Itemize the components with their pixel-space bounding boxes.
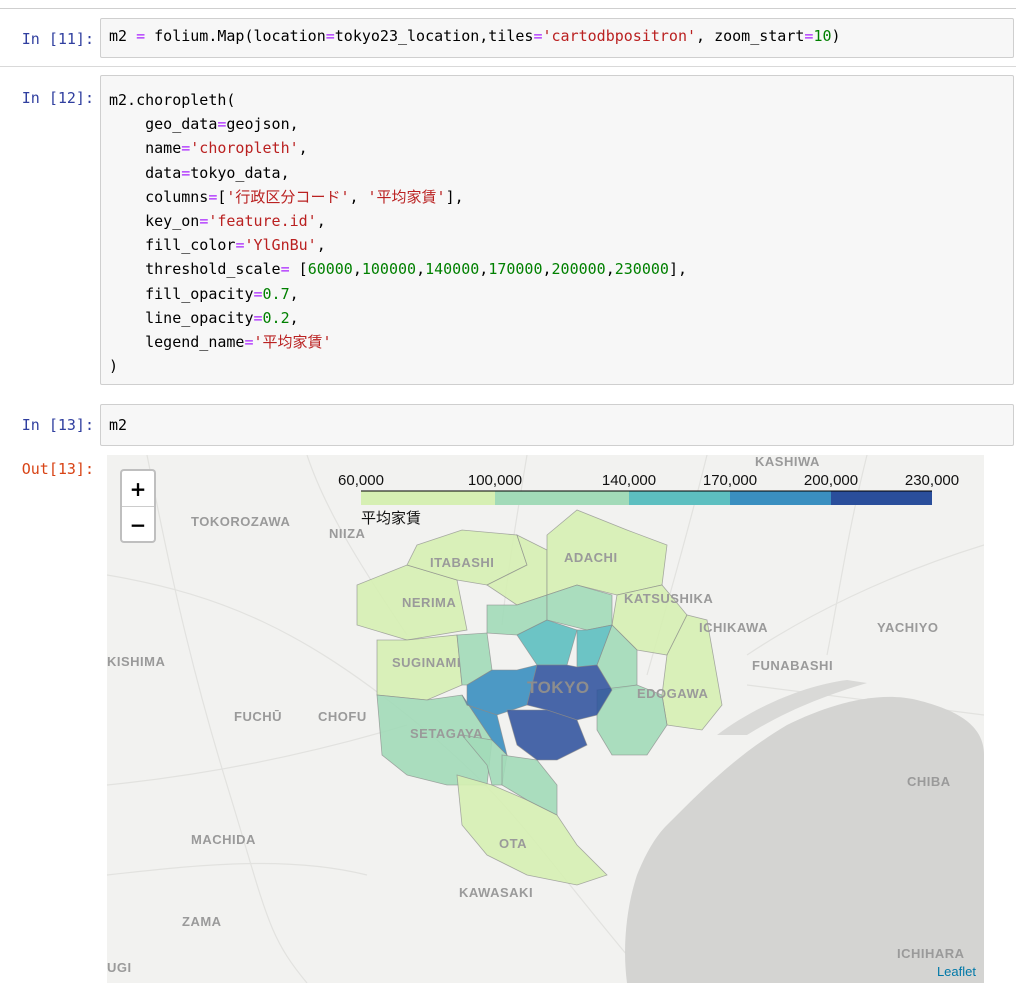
code-input[interactable]: m2.choropleth( geo_data=geojson, name='c… [100,75,1014,385]
label-kashiwa: KASHIWA [755,455,820,469]
input-prompt: In [12]: [21,89,94,107]
label-itabashi: ITABASHI [430,555,494,570]
label-chiba: CHIBA [907,774,951,789]
zoom-control: + − [120,469,156,543]
input-prompt: In [13]: [21,416,94,434]
color-legend: 60,000 100,000 140,000 170,000 200,000 2… [338,472,959,527]
label-ichihara: ICHIHARA [897,946,965,961]
label-tokyo: TOKYO [527,678,590,697]
legend-tick-4: 200,000 [804,472,858,489]
label-kawasaki: KAWASAKI [459,885,533,900]
label-nerima: NERIMA [402,595,456,610]
leaflet-attribution-link[interactable]: Leaflet [937,964,976,979]
legend-band-1 [495,491,629,505]
label-kishima: KISHIMA [107,654,166,669]
label-chofu: CHOFU [318,709,367,724]
legend-band-4 [831,491,932,505]
code-input[interactable]: m2 = folium.Map(location=tokyo23_locatio… [100,18,1014,58]
label-katsushika: KATSUSHIKA [624,591,713,606]
input-prompt: In [11]: [21,30,94,48]
folium-map[interactable]: KASHIWA TOKOROZAWA NIIZA ITABASHI ADACHI… [107,455,984,983]
label-niiza: NIIZA [329,526,366,541]
label-zama: ZAMA [182,914,222,929]
legend-tick-2: 140,000 [602,472,656,489]
map-canvas: KASHIWA TOKOROZAWA NIIZA ITABASHI ADACHI… [107,455,984,983]
label-adachi: ADACHI [564,550,618,565]
legend-tick-1: 100,000 [468,472,522,489]
zoom-out-button[interactable]: − [122,507,154,542]
label-edogawa: EDOGAWA [637,686,709,701]
label-yachiyo: YACHIYO [877,620,939,635]
legend-band-3 [730,491,831,505]
legend-tick-5: 230,000 [905,472,959,489]
legend-band-0 [361,491,495,505]
label-machida: MACHIDA [191,832,256,847]
legend-band-2 [629,491,730,505]
output-prompt: Out[13]: [21,460,94,478]
label-ugi: UGI [107,960,132,975]
legend-tick-0: 60,000 [338,472,384,489]
label-ichikawa: ICHIKAWA [699,620,768,635]
legend-title: 平均家賃 [361,510,421,527]
legend-tick-3: 170,000 [703,472,757,489]
tokyo-bay [625,696,984,983]
label-setagaya: SETAGAYA [410,726,483,741]
label-ota: OTA [499,836,527,851]
code-input[interactable]: m2 [100,404,1014,446]
label-fuchu: FUCHŪ [234,709,282,724]
label-funabashi: FUNABASHI [752,658,833,673]
label-tokorozawa: TOKOROZAWA [191,514,290,529]
zoom-in-button[interactable]: + [122,471,154,507]
label-suginami: SUGINAMI [392,655,461,670]
